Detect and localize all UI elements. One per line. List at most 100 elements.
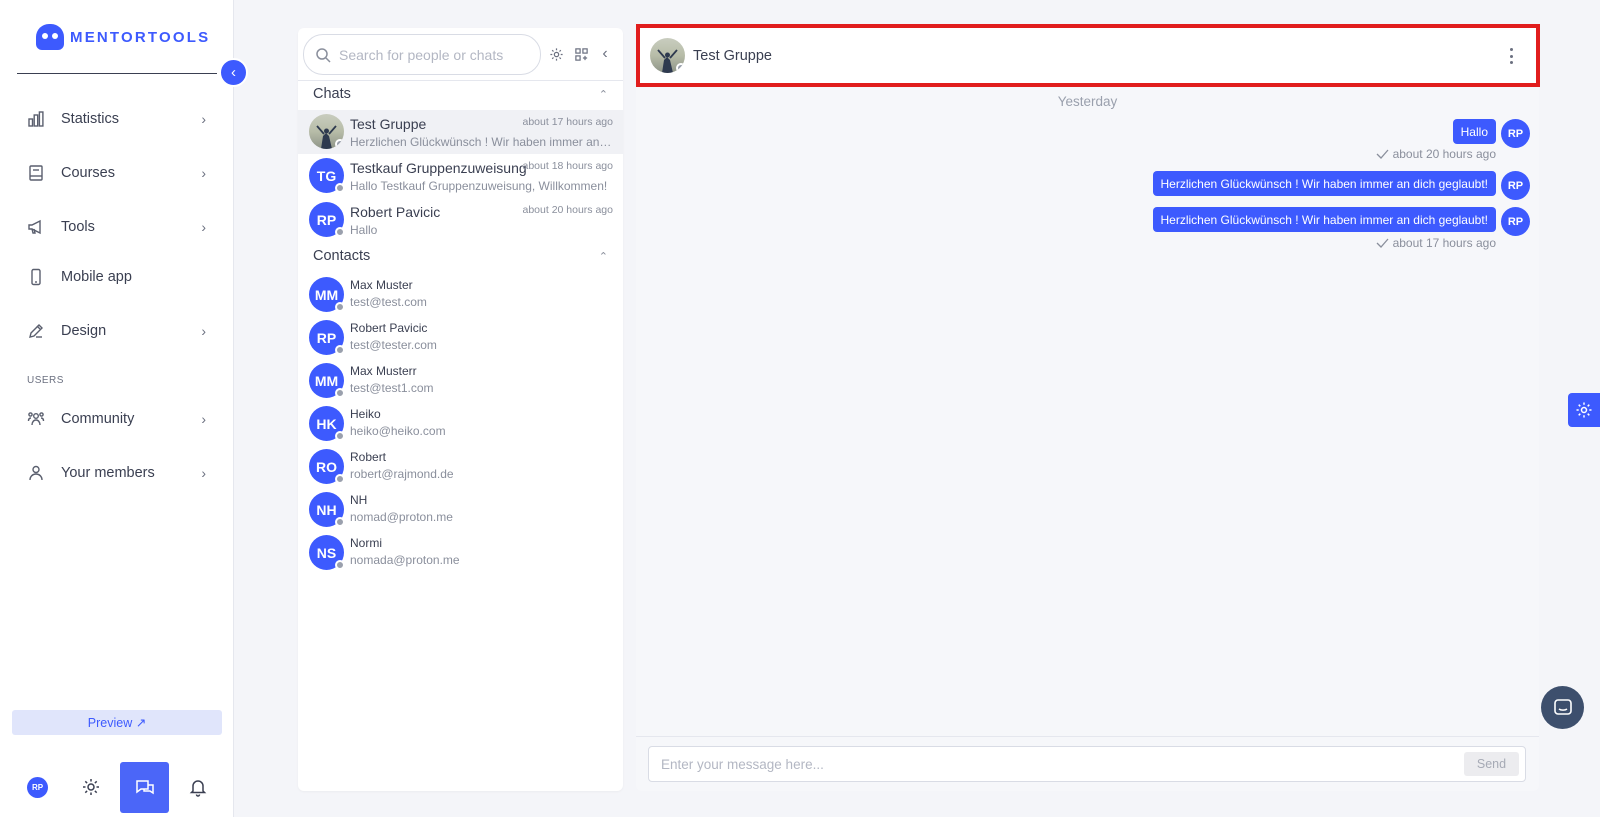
sidebar-collapse-button[interactable]: ‹	[219, 58, 248, 87]
sidebar-item-label: Courses	[61, 165, 115, 181]
chevron-up-icon: ⌃	[598, 250, 608, 263]
gear-icon[interactable]	[547, 45, 565, 63]
status-dot	[335, 517, 345, 527]
avatar-initials: MM	[314, 286, 339, 303]
avatar-initials: NS	[316, 544, 337, 561]
chat-item-testkauf[interactable]: TG Testkauf Gruppenzuweisung about 18 ho…	[298, 154, 623, 198]
conversation-panel	[636, 28, 1539, 791]
search-icon	[316, 47, 331, 63]
contact-name: Normi	[350, 536, 382, 550]
chat-preview: Herzlichen Glückwünsch ! Wir haben immer…	[350, 135, 612, 149]
contact-name: Robert Pavicic	[350, 321, 428, 335]
contact-avatar: NH	[309, 492, 345, 527]
message-bubble: Herzlichen Glückwünsch ! Wir haben immer…	[1152, 171, 1496, 196]
status-dot	[335, 345, 345, 355]
contact-avatar: NS	[309, 535, 345, 570]
contact-avatar: RO	[309, 449, 345, 484]
contact-item[interactable]: RO Robert robert@rajmond.de	[298, 445, 623, 487]
chat-item-robert-pavicic[interactable]: RP Robert Pavicic about 20 hours ago Hal…	[298, 198, 623, 242]
chat-preview: Hallo	[350, 223, 378, 237]
status-dot	[335, 474, 345, 484]
sidebar-item-design[interactable]: Design ›	[26, 316, 206, 346]
send-button[interactable]: Send	[1464, 752, 1519, 776]
contacts-group-header[interactable]: Contacts ⌃	[313, 248, 608, 264]
status-dot	[335, 183, 345, 193]
sidebar-item-mobile-app[interactable]: Mobile app	[26, 262, 206, 292]
sidebar-bottom-bar: RP	[0, 762, 234, 814]
divider	[636, 736, 1539, 737]
grid-add-icon[interactable]	[572, 45, 590, 63]
message-time-text: about 17 hours ago	[1392, 236, 1496, 250]
contact-item[interactable]: HK Heiko heiko@heiko.com	[298, 402, 623, 444]
message-input[interactable]	[661, 756, 1464, 772]
support-chat-launcher[interactable]	[1541, 686, 1584, 729]
sidebar-item-community[interactable]: Community ›	[26, 404, 206, 434]
message-avatar: RP	[1501, 207, 1530, 236]
chevron-right-icon: ›	[201, 165, 206, 181]
more-vertical-icon[interactable]	[1506, 44, 1516, 68]
user-avatar[interactable]: RP	[27, 777, 48, 798]
chat-time: about 18 hours ago	[522, 160, 614, 172]
bar-chart-icon	[26, 109, 46, 129]
chevron-up-icon: ⌃	[598, 88, 608, 101]
chat-nav-button[interactable]	[120, 762, 169, 813]
status-dot	[335, 139, 344, 149]
message-bubble: Herzlichen Glückwünsch ! Wir haben immer…	[1152, 207, 1496, 232]
check-icon	[1376, 238, 1389, 248]
preview-button[interactable]: Preview ↗	[12, 710, 222, 735]
chats-heading: Chats	[313, 86, 351, 102]
section-label-users: USERS	[27, 375, 64, 386]
chevron-right-icon: ›	[201, 111, 206, 127]
search-box[interactable]	[303, 34, 541, 75]
settings-gear-icon[interactable]	[80, 776, 102, 798]
day-divider: Yesterday	[1057, 94, 1118, 109]
message-time-text: about 20 hours ago	[1392, 147, 1496, 161]
chevron-right-icon: ›	[201, 411, 206, 427]
chat-item-test-gruppe[interactable]: Test Gruppe about 17 hours ago Herzliche…	[298, 110, 623, 154]
avatar-initials: MM	[314, 372, 339, 389]
message-bubble: Hallo	[1452, 119, 1496, 144]
user-icon	[26, 463, 46, 483]
status-dot	[676, 63, 685, 73]
contact-avatar: HK	[309, 406, 345, 441]
status-dot	[335, 431, 345, 441]
collapse-panel-chevron-icon[interactable]: ‹	[596, 45, 614, 63]
chats-group-header[interactable]: Chats ⌃	[313, 86, 608, 102]
contact-name: Max Muster	[350, 278, 413, 292]
contact-item[interactable]: NH NH nomad@proton.me	[298, 488, 623, 530]
floating-settings-button[interactable]	[1568, 393, 1600, 427]
contact-email: test@tester.com	[350, 338, 437, 352]
chat-name: Test Gruppe	[350, 116, 427, 132]
search-input[interactable]	[339, 46, 529, 63]
avatar-initials: RP	[316, 211, 337, 228]
chat-avatar: TG	[309, 158, 345, 193]
sidebar-item-statistics[interactable]: Statistics ›	[26, 104, 206, 134]
pencil-icon	[26, 321, 46, 341]
contact-email: robert@rajmond.de	[350, 467, 454, 481]
sidebar-item-tools[interactable]: Tools ›	[26, 212, 206, 242]
sidebar-divider	[17, 73, 217, 74]
chat-time: about 17 hours ago	[522, 116, 614, 128]
sidebar-item-courses[interactable]: Courses ›	[26, 158, 206, 188]
chevron-right-icon: ›	[201, 219, 206, 235]
conversation-header[interactable]: Test Gruppe	[636, 24, 1540, 87]
sidebar-item-label: Design	[61, 323, 107, 339]
contact-email: test@test.com	[350, 295, 427, 309]
megaphone-icon	[26, 217, 46, 237]
contact-item[interactable]: NS Normi nomada@proton.me	[298, 531, 623, 573]
contact-avatar: MM	[309, 363, 345, 398]
contact-email: nomada@proton.me	[350, 553, 460, 567]
group-avatar	[650, 38, 685, 73]
sidebar-item-label: Tools	[61, 219, 95, 235]
book-icon	[26, 163, 46, 183]
bell-icon[interactable]	[187, 776, 209, 798]
sidebar-item-your-members[interactable]: Your members ›	[26, 458, 206, 488]
chat-bubbles-icon	[135, 779, 154, 794]
contact-item[interactable]: MM Max Muster test@test.com	[298, 273, 623, 315]
avatar-initials: RP	[316, 329, 337, 346]
brand-logo[interactable]: MENTORTOOLS	[36, 24, 210, 50]
contact-item[interactable]: MM Max Musterr test@test1.com	[298, 359, 623, 401]
contact-item[interactable]: RP Robert Pavicic test@tester.com	[298, 316, 623, 358]
chat-preview: Hallo Testkauf Gruppenzuweisung, Willkom…	[350, 179, 608, 193]
contact-avatar: RP	[309, 320, 345, 355]
